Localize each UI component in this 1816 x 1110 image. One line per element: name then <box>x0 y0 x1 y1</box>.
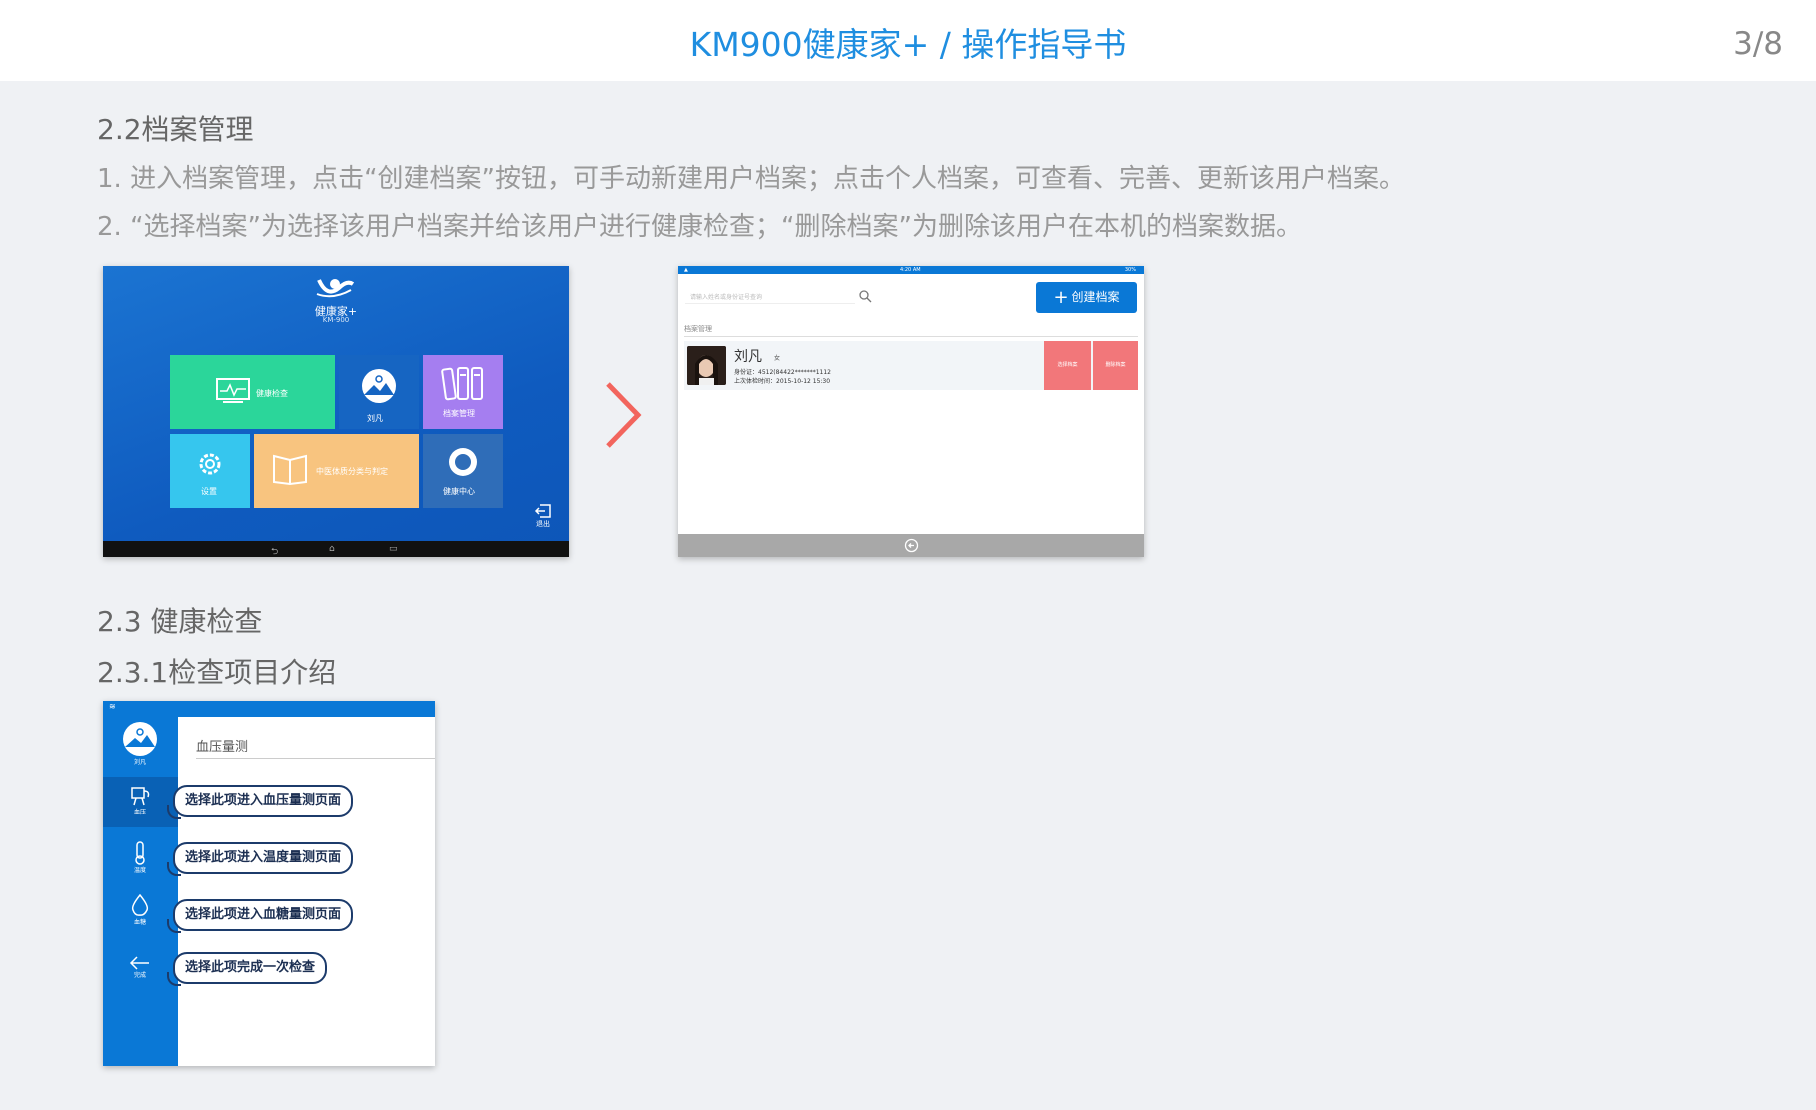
create-archive-label: 创建档案 <box>1071 290 1120 304</box>
archive-subtitle: 档案管理 <box>684 325 712 333</box>
sidebar-sugar-label: 血糖 <box>133 919 146 926</box>
section-heading-2-2: 2.2档案管理 <box>97 113 254 146</box>
tile-health-center-label: 健康中心 <box>443 487 475 496</box>
sidebar <box>103 717 178 1066</box>
archive-screen-screenshot: ▲ 4:20 AM 30% 请输入姓名或身份证号查询 + 创建档案 档案管理 刘凡… <box>678 266 1144 557</box>
paragraph-2: 2. “选择档案”为选择该用户档案并给该用户进行健康检查；“删除档案”为删除该用… <box>97 212 1302 242</box>
recents-nav-icon[interactable]: ▭ <box>389 544 398 554</box>
tile-archive[interactable]: 档案管理 <box>423 355 503 429</box>
callout-done: 选择此项完成一次检查 <box>166 952 328 986</box>
blood-drop-icon <box>131 893 149 916</box>
chevron-right-icon <box>606 382 642 448</box>
home-nav-icon[interactable]: ⌂ <box>329 544 335 554</box>
sidebar-item-sugar[interactable]: 血糖 <box>121 893 159 926</box>
tile-tcm-label: 中医体质分类与判定 <box>316 467 388 476</box>
checkup-header: 血压量测 <box>196 740 249 755</box>
sidebar-item-done[interactable]: 完成 <box>121 956 159 979</box>
brand-logo-icon <box>316 279 355 298</box>
tile-health-check[interactable]: 健康检查 <box>170 355 335 429</box>
home-screen-screenshot: 健康家+ KM-900 健康检查 刘凡 档案管理 设置 中医体质分类与判定 健康… <box>103 266 569 557</box>
callout-sugar: 选择此项进入血糖量测页面 <box>166 899 354 933</box>
divider <box>684 336 1138 337</box>
back-nav-icon[interactable]: ⮌ <box>271 544 278 557</box>
checkup-screen-screenshot: ≋ 刘凡 血压 温度 血糖 完成 血压量测 选择此项进入血压量测页面 选择此项进… <box>103 701 435 1066</box>
search-input[interactable]: 请输入姓名或身份证号查询 <box>685 288 855 304</box>
wifi-icon: ≋ <box>109 702 116 711</box>
tile-settings-label: 设置 <box>201 487 217 496</box>
sidebar-user-label: 刘凡 <box>133 759 146 766</box>
doc-title: KM900健康家+ / 操作指导书 <box>689 25 1127 64</box>
delete-archive-button[interactable]: 删除档案 <box>1093 341 1138 390</box>
callout-bp: 选择此项进入血压量测页面 <box>166 785 354 819</box>
bottom-bar <box>678 534 1144 557</box>
sidebar-done-label: 完成 <box>133 972 146 979</box>
blood-pressure-icon <box>131 787 150 806</box>
binders-icon <box>441 367 483 401</box>
select-archive-button[interactable]: 选择档案 <box>1044 341 1091 390</box>
gear-icon <box>199 453 221 475</box>
avatar <box>687 346 726 385</box>
sidebar-user[interactable]: 刘凡 <box>121 721 159 766</box>
android-nav-bar: ⮌ ⌂ ▭ <box>103 541 569 557</box>
record-last-check: 上次体检时间：2015-10-12 15:30 <box>734 378 831 385</box>
book-icon <box>273 454 307 486</box>
sidebar-item-temp[interactable]: 温度 <box>121 841 159 874</box>
record-id: 身份证：4512(84422*******1112 <box>734 369 831 376</box>
tile-archive-label: 档案管理 <box>443 409 475 418</box>
wifi-icon: ▲ <box>684 267 688 273</box>
status-time: 4:20 AM <box>900 267 921 273</box>
paragraph-1: 1. 进入档案管理，点击“创建档案”按钮，可手动新建用户档案；点击个人档案，可查… <box>97 164 1406 194</box>
tile-health-check-label: 健康检查 <box>256 389 288 398</box>
sidebar-bp-label: 血压 <box>133 809 146 816</box>
home-model: KM-900 <box>322 316 350 324</box>
monitor-icon <box>216 378 250 403</box>
tile-user-label: 刘凡 <box>367 414 383 423</box>
user-avatar-icon <box>123 722 157 756</box>
search-icon[interactable] <box>858 289 872 303</box>
exit-label: 退出 <box>536 520 550 528</box>
create-archive-button[interactable]: + 创建档案 <box>1036 282 1137 313</box>
sidebar-temp-label: 温度 <box>133 867 146 874</box>
header-divider <box>196 758 435 759</box>
sidebar-item-bp[interactable]: 血压 <box>121 785 159 816</box>
callout-temp: 选择此项进入温度量测页面 <box>166 842 354 876</box>
section-heading-2-3-1: 2.3.1检查项目介绍 <box>97 656 337 689</box>
tile-settings[interactable]: 设置 <box>170 434 250 508</box>
tile-health-center[interactable]: 健康中心 <box>423 434 503 508</box>
status-bar: ≋ <box>103 701 435 717</box>
exit-button[interactable]: 退出 <box>533 503 553 529</box>
back-circle-icon[interactable] <box>904 538 919 553</box>
header-bar: KM900健康家+ / 操作指导书 3/8 <box>0 0 1816 81</box>
archive-record-row[interactable]: 刘凡 女 身份证：4512(84422*******1112 上次体检时间：20… <box>684 341 1138 390</box>
plus-icon: + <box>1053 287 1069 308</box>
arrow-left-icon <box>129 956 149 970</box>
avatar-photo-icon <box>687 346 726 385</box>
page-number: 3/8 <box>1733 26 1783 62</box>
exit-icon <box>534 504 551 518</box>
status-bar: ▲ 4:20 AM 30% <box>678 266 1144 274</box>
tile-tcm[interactable]: 中医体质分类与判定 <box>254 434 419 508</box>
health-center-icon <box>449 448 477 476</box>
record-sex: 女 <box>774 355 781 362</box>
record-name: 刘凡 <box>734 349 762 365</box>
section-heading-2-3: 2.3 健康检查 <box>97 605 263 638</box>
thermometer-icon <box>135 841 145 865</box>
status-battery: 30% <box>1124 267 1136 273</box>
tile-user[interactable]: 刘凡 <box>339 355 419 429</box>
user-avatar-icon <box>362 369 396 403</box>
